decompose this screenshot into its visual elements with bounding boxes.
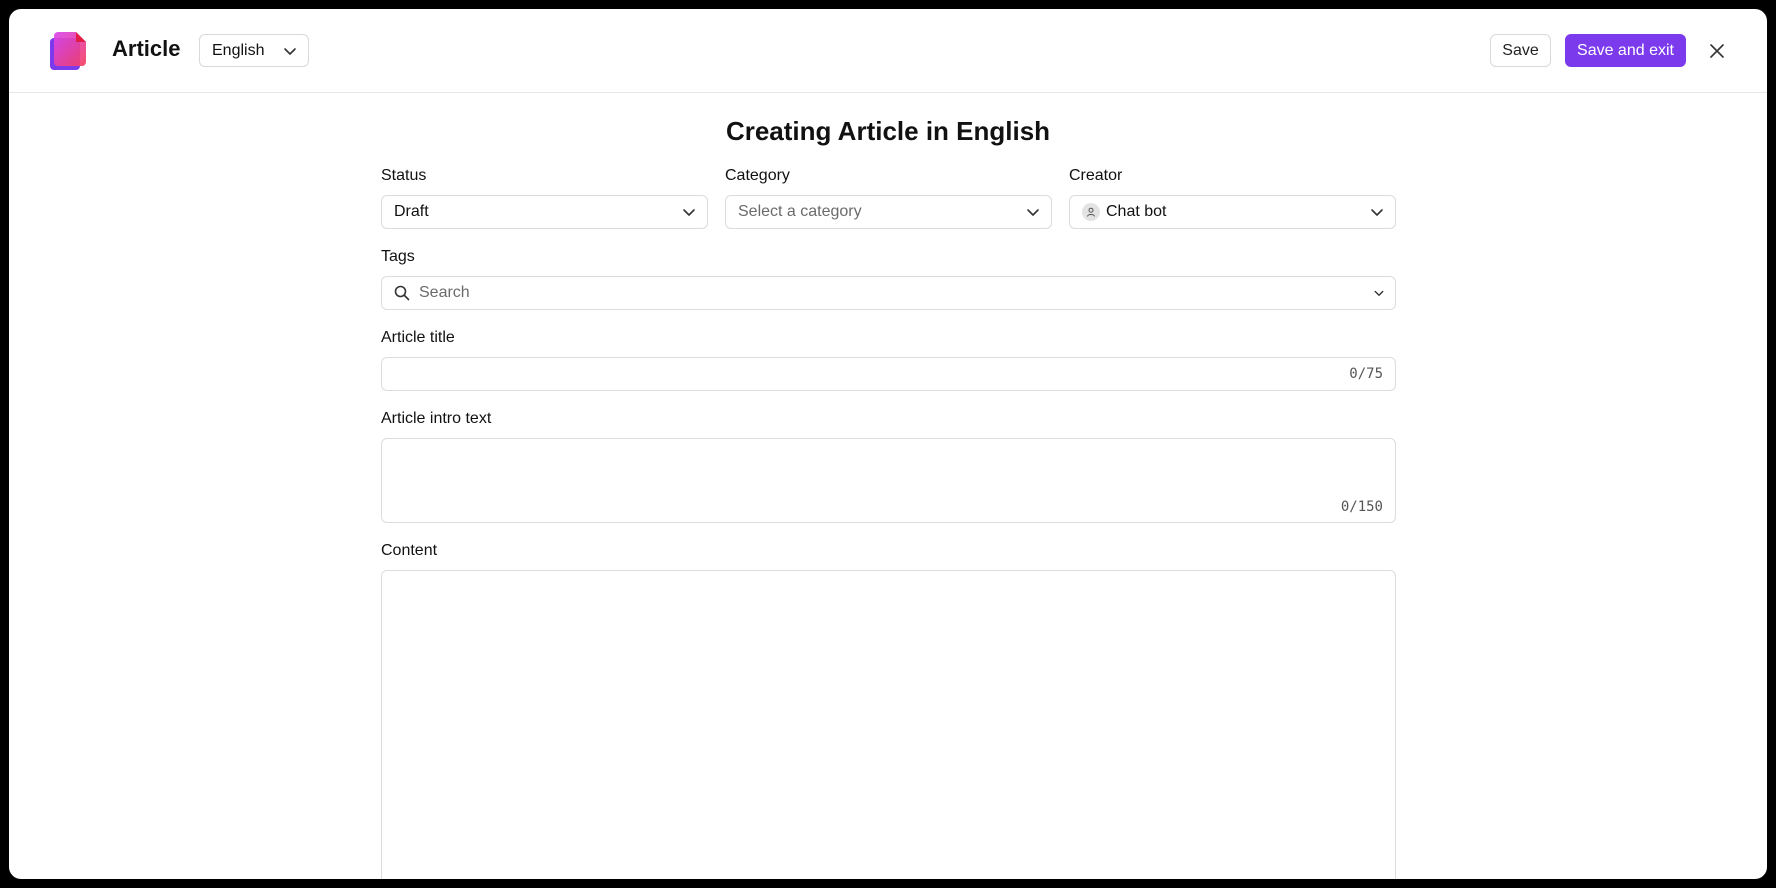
article-logo-icon [50,32,86,70]
intro-text-label: Article intro text [381,410,492,427]
header-bar: Article English Save Save and exit [9,9,1767,93]
status-label: Status [381,167,427,184]
creator-label: Creator [1069,167,1123,184]
language-select-value: English [212,41,265,59]
article-title-label: Article title [381,329,455,346]
page-title: Creating Article in English [725,116,1051,146]
language-select[interactable]: English [199,34,309,67]
avatar [1082,203,1100,221]
tags-label: Tags [381,248,415,265]
intro-text-textarea[interactable]: 0/150 [381,438,1396,523]
content-editor[interactable] [381,570,1396,879]
save-and-exit-button[interactable]: Save and exit [1565,34,1686,67]
chevron-down-icon [1371,209,1383,216]
intro-text-counter: 0/150 [1340,499,1383,515]
chevron-down-icon [284,48,296,55]
content-label: Content [381,542,438,559]
chevron-down-icon [1027,209,1039,216]
creator-select[interactable]: Chat bot [1069,195,1396,229]
save-button[interactable]: Save [1490,34,1551,67]
search-icon [394,285,410,301]
article-editor-window: Article English Save Save and exit Creat… [9,9,1767,879]
category-label: Category [725,167,790,184]
article-title-input[interactable]: 0/75 [381,357,1396,391]
status-select[interactable]: Draft [381,195,708,229]
tags-input[interactable]: Search [381,276,1396,310]
close-icon [1710,44,1724,58]
user-icon [1087,207,1095,217]
chevron-down-icon [1374,290,1384,296]
status-select-value: Draft [394,203,429,220]
article-title-counter: 0/75 [1349,366,1383,382]
app-title: Article [112,36,181,61]
chevron-down-icon [683,209,695,216]
creator-select-value: Chat bot [1106,203,1167,220]
category-select[interactable]: Select a category [725,195,1052,229]
close-button[interactable] [1706,40,1728,62]
category-select-placeholder: Select a category [738,203,862,220]
